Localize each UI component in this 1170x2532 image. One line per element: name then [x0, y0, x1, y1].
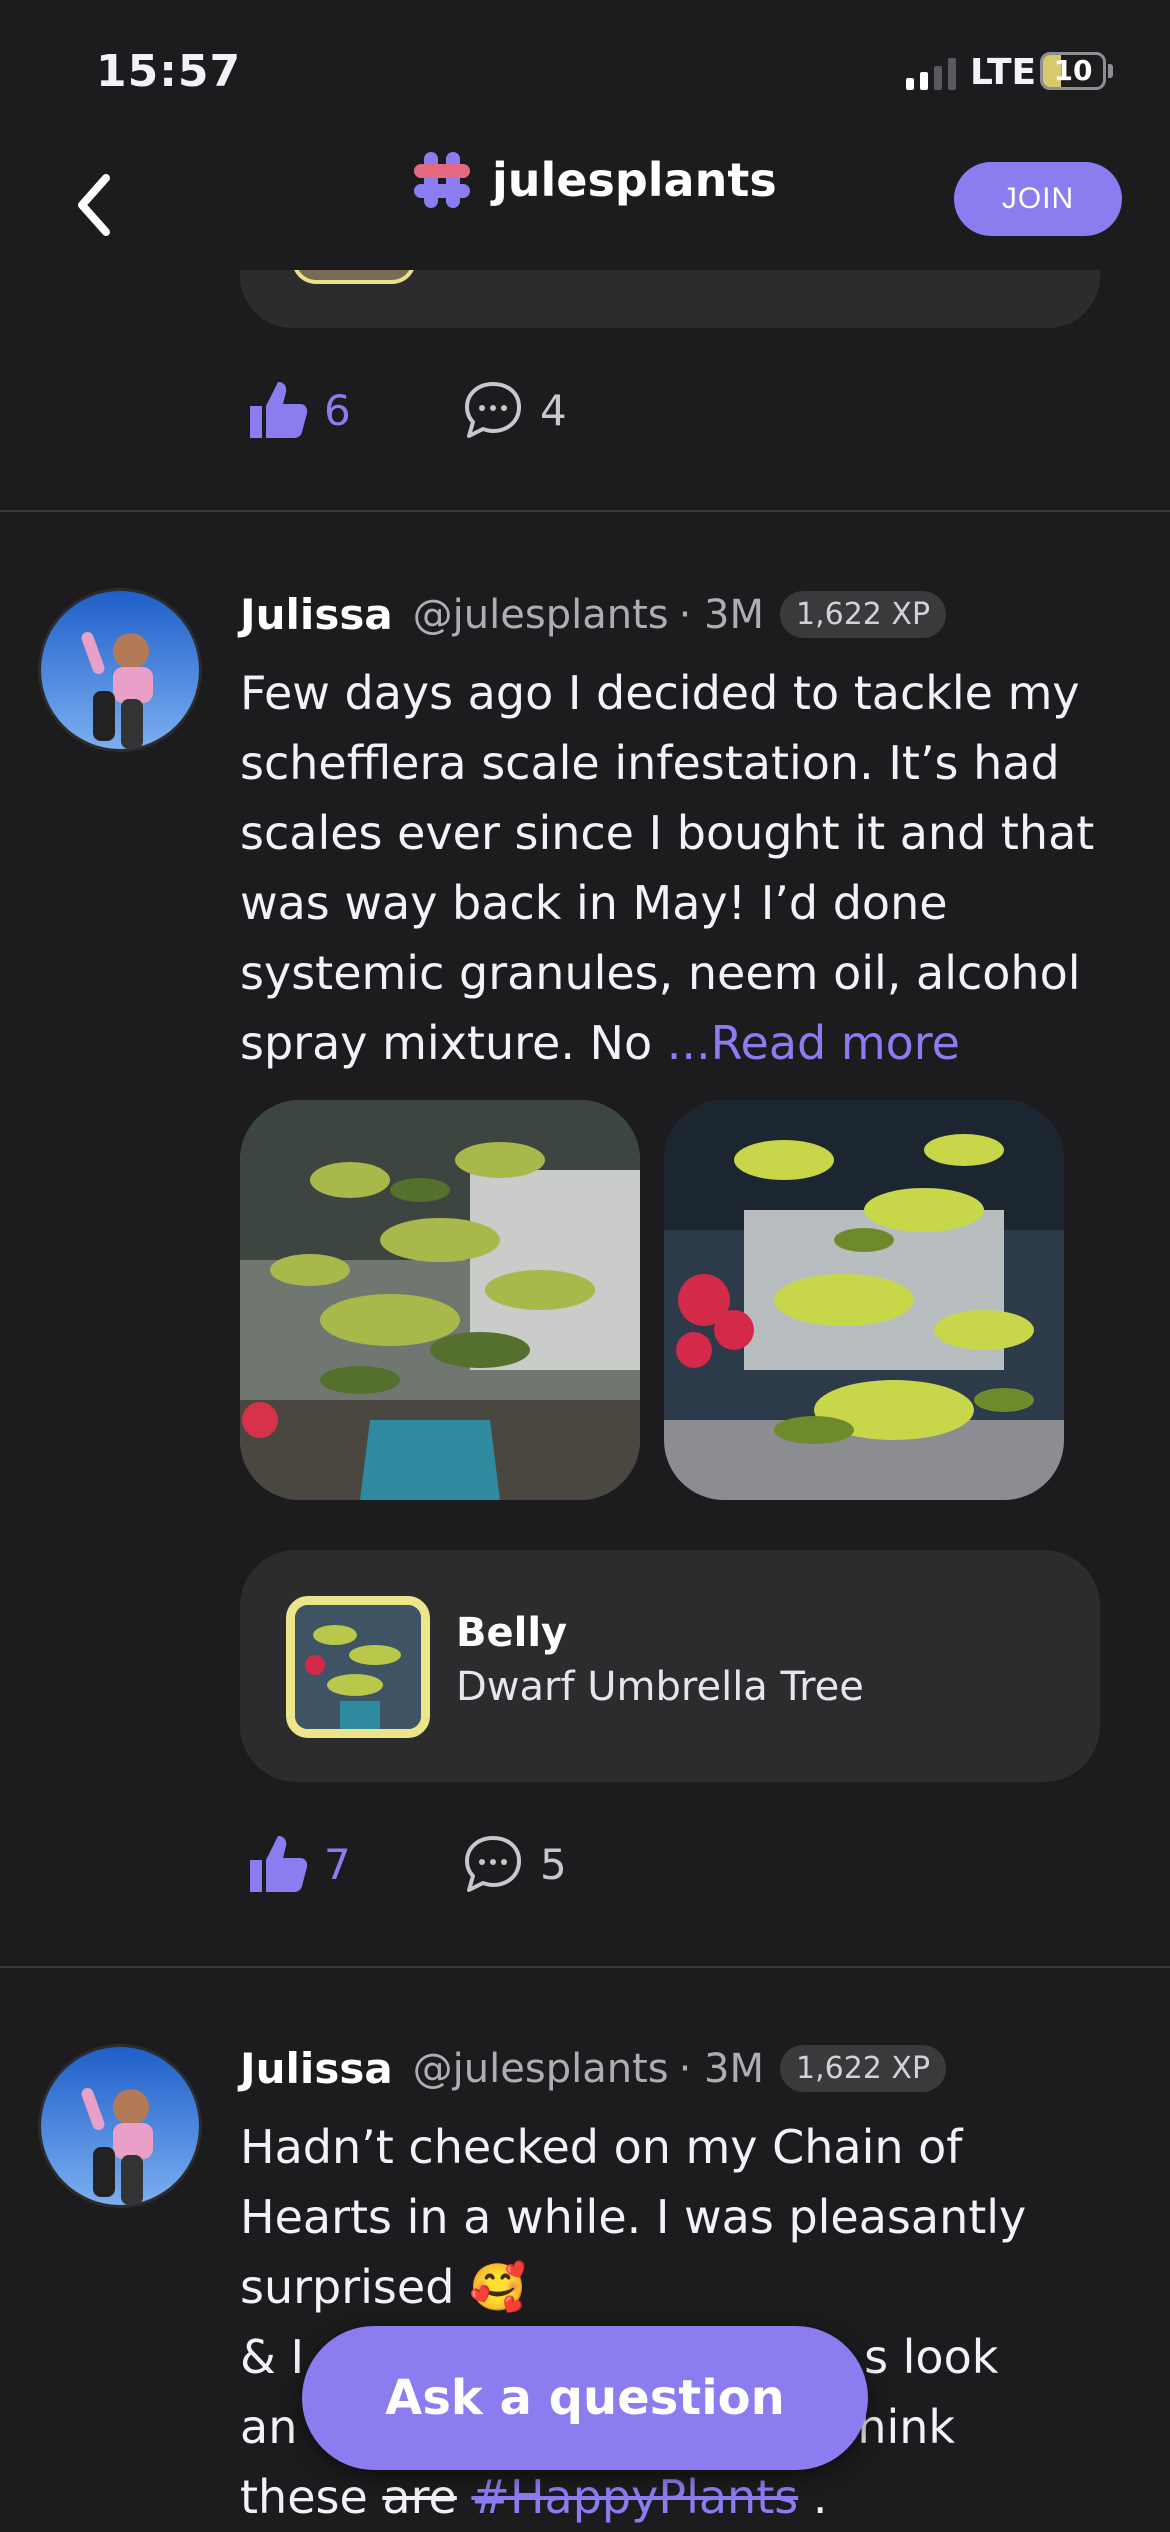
- plant-thumbnail: [286, 1596, 430, 1738]
- back-chevron-icon[interactable]: [70, 170, 120, 240]
- post-fragment: an: [240, 2400, 298, 2454]
- network-label: LTE: [970, 52, 1037, 93]
- post-fragment: .: [798, 2470, 828, 2524]
- author-name[interactable]: Julissa: [240, 2044, 393, 2093]
- post-fragment: & I: [240, 2330, 305, 2384]
- community-title: julesplants: [492, 153, 777, 207]
- post-fragment: hink: [857, 2400, 956, 2454]
- post-line: surprised 🥰: [240, 2260, 527, 2314]
- comment-count: 5: [540, 1839, 567, 1889]
- post-actions: 7 5: [246, 1832, 567, 1896]
- comment-button[interactable]: 4: [462, 380, 567, 440]
- plant-name: Belly: [456, 1610, 568, 1656]
- plant-card[interactable]: Belly Dwarf Umbrella Tree: [240, 1550, 1100, 1782]
- post-header: Julissa @julesplants · 3M 1,622 XP: [240, 2044, 947, 2093]
- status-bar: 15:57 LTE 10: [0, 0, 1170, 140]
- signal-icon: [906, 58, 956, 90]
- post-photo[interactable]: [664, 1100, 1064, 1500]
- thumbs-up-icon: [250, 382, 308, 438]
- hashtag-icon: [414, 152, 470, 208]
- author-name[interactable]: Julissa: [240, 590, 393, 639]
- hashtag-link[interactable]: #HappyPlants: [471, 2470, 798, 2524]
- post-text[interactable]: Few days ago I decided to tackle my sche…: [240, 658, 1120, 1078]
- post-body: Few days ago I decided to tackle my sche…: [240, 666, 1095, 1070]
- avatar[interactable]: [38, 2044, 202, 2208]
- post-age: · 3M: [678, 591, 764, 638]
- like-count: 7: [324, 1839, 351, 1889]
- post-fragment: are: [382, 2470, 457, 2524]
- join-button[interactable]: JOIN: [954, 162, 1122, 236]
- ask-question-button[interactable]: Ask a question: [302, 2326, 868, 2470]
- comment-bubble-icon: [465, 1836, 521, 1892]
- status-time: 15:57: [96, 46, 242, 97]
- comment-button[interactable]: 5: [462, 1834, 567, 1894]
- post-photos: [240, 1100, 1064, 1500]
- community-header: julesplants: [410, 148, 777, 212]
- battery-level: 10: [1053, 54, 1093, 87]
- like-count: 6: [324, 385, 351, 435]
- xp-badge: 1,622 XP: [779, 2045, 947, 2092]
- post-divider: [0, 510, 1170, 512]
- thumbs-up-icon: [250, 1836, 308, 1892]
- plant-species: Dwarf Umbrella Tree: [456, 1664, 864, 1710]
- post-photo[interactable]: [240, 1100, 640, 1500]
- post-line: Hearts in a while. I was pleasantly: [240, 2190, 1027, 2244]
- avatar[interactable]: [38, 588, 202, 752]
- like-button[interactable]: 6: [246, 378, 462, 442]
- comment-bubble-icon: [465, 382, 521, 438]
- post-actions: 6 4: [246, 378, 567, 442]
- post-divider: [0, 1966, 1170, 1968]
- comment-count: 4: [540, 385, 567, 435]
- like-button[interactable]: 7: [246, 1832, 462, 1896]
- xp-badge: 1,622 XP: [779, 591, 947, 638]
- post-fragment: s look: [864, 2330, 999, 2384]
- post-line: Hadn’t checked on my Chain of: [240, 2120, 963, 2174]
- post-header: Julissa @julesplants · 3M 1,622 XP: [240, 590, 947, 639]
- author-handle[interactable]: @julesplants: [413, 2046, 669, 2092]
- nav-bar: julesplants JOIN: [0, 140, 1170, 270]
- post-age: · 3M: [678, 2045, 764, 2092]
- battery-icon: 10: [1040, 52, 1106, 90]
- read-more-link[interactable]: ...Read more: [667, 1016, 960, 1070]
- post-fragment: these: [240, 2470, 383, 2524]
- post-line: these are #HappyPlants .: [240, 2462, 1120, 2532]
- author-handle[interactable]: @julesplants: [413, 592, 669, 638]
